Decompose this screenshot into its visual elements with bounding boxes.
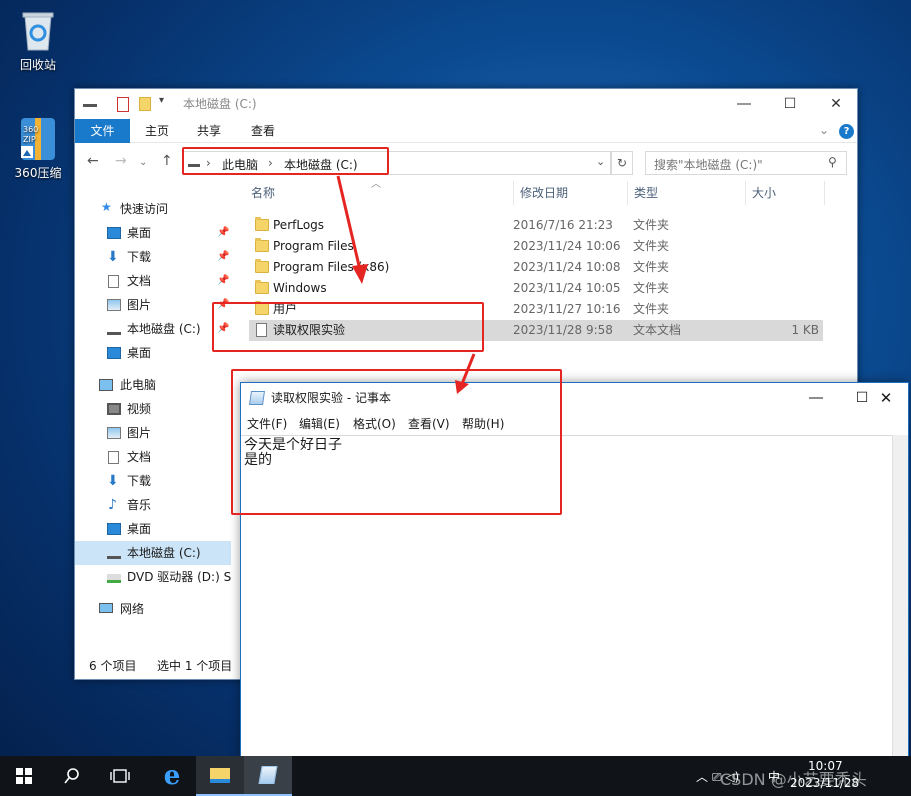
taskbar-notepad[interactable]	[244, 756, 292, 796]
notepad-icon	[258, 766, 278, 784]
task-view-button[interactable]	[96, 756, 144, 796]
taskbar: e ︿ ⎚ ◁) 中 10:07 2023/11/28 CSDN @小艺要秃头	[0, 756, 911, 796]
watermark: CSDN @小艺要秃头	[720, 770, 867, 789]
internet-explorer-icon: e	[163, 761, 181, 791]
taskbar-file-explorer[interactable]	[196, 756, 244, 796]
task-view-icon	[110, 769, 130, 783]
search-icon	[64, 768, 79, 784]
windows-logo-icon	[16, 768, 32, 784]
taskbar-internet-explorer[interactable]: e	[148, 756, 196, 796]
annotation-arrows	[336, 175, 476, 394]
start-button[interactable]	[0, 756, 48, 796]
search-button[interactable]	[48, 756, 96, 796]
file-explorer-icon	[210, 767, 230, 783]
